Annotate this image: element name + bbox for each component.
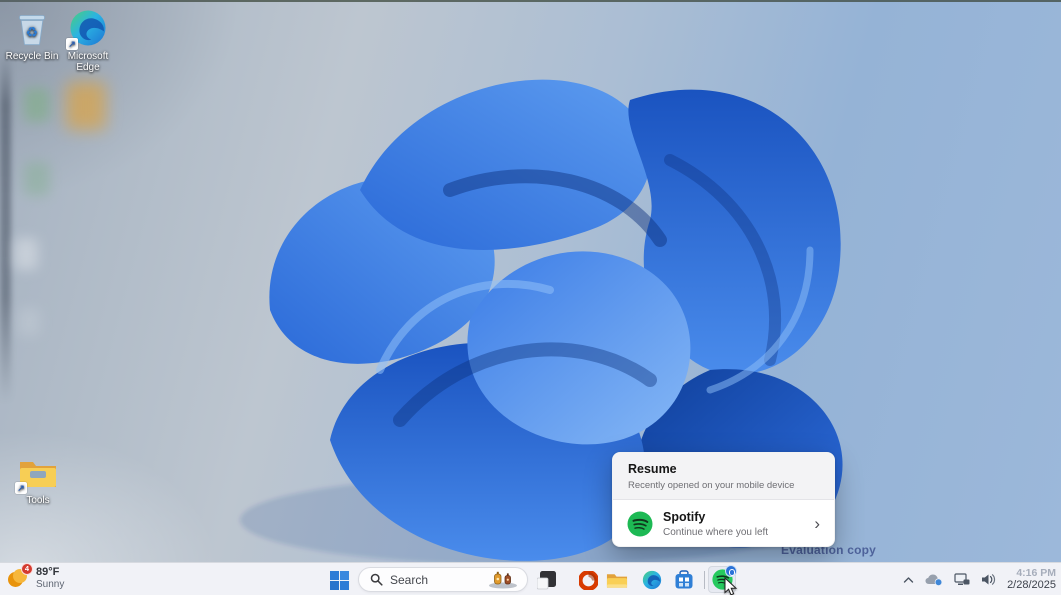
weather-condition: Sunny <box>36 579 64 591</box>
recycle-bin-icon: ♻ <box>12 8 52 48</box>
shortcut-arrow-badge: ↗ <box>15 482 27 494</box>
resume-flyout-header: Resume Recently opened on your mobile de… <box>613 453 834 500</box>
flyout-item-description: Continue where you left <box>663 527 814 538</box>
taskbar-separator <box>704 571 705 589</box>
desktop-icon-tools[interactable]: ↗ Tools <box>6 456 70 506</box>
flyout-item-name: Spotify <box>663 510 814 524</box>
folder-icon: ↗ <box>17 456 59 492</box>
taskbar: 4 89°F Sunny Search <box>0 562 1061 595</box>
resume-flyout: Resume Recently opened on your mobile de… <box>612 452 835 547</box>
edge-app-button[interactable] <box>641 569 663 591</box>
microsoft-store-icon <box>674 570 694 590</box>
weather-widget[interactable]: 4 89°F Sunny <box>7 566 64 591</box>
flyout-subtitle: Recently opened on your mobile device <box>628 480 819 491</box>
system-tray: 4:16 PM 2/28/2025 <box>903 563 1056 595</box>
chevron-right-icon[interactable]: › <box>814 517 822 531</box>
search-placeholder: Search <box>390 573 485 587</box>
start-button[interactable] <box>328 569 350 591</box>
search-icon <box>370 573 383 586</box>
network-icon[interactable] <box>954 573 970 586</box>
onedrive-icon[interactable] <box>925 573 943 586</box>
weather-temperature: 89°F <box>36 566 64 578</box>
office-app-button[interactable] <box>577 569 599 591</box>
task-view-button[interactable] <box>535 569 557 591</box>
microsoft-office-icon <box>579 571 598 590</box>
notification-badge <box>725 565 737 577</box>
blurred-desktop-icon <box>66 82 106 130</box>
clock-date: 2/28/2025 <box>1007 580 1056 591</box>
background-blur-streak <box>0 52 11 402</box>
desktop-icon-recycle-bin[interactable]: ♻ Recycle Bin <box>0 8 64 62</box>
blurred-desktop-icon <box>24 162 50 196</box>
svg-text:♻: ♻ <box>26 25 39 41</box>
resume-spotify-item[interactable]: Spotify Continue where you left › <box>613 500 834 547</box>
search-box[interactable]: Search <box>358 567 528 592</box>
mouse-cursor <box>724 577 739 595</box>
hidden-icons-chevron-icon[interactable] <box>903 576 914 584</box>
desktop-icon-label: Microsoft Edge <box>56 51 120 73</box>
clock-time: 4:16 PM <box>1007 568 1056 579</box>
flyout-title: Resume <box>628 462 819 476</box>
task-view-icon <box>537 571 556 590</box>
shortcut-arrow-badge: ↗ <box>66 38 78 50</box>
search-highlight-lanterns-icon <box>485 570 521 589</box>
windows-logo-icon <box>330 571 349 590</box>
desktop-icon-microsoft-edge[interactable]: ↗ Microsoft Edge <box>56 8 120 73</box>
edge-icon: ↗ <box>68 8 108 48</box>
desktop-icon-label: Recycle Bin <box>0 51 64 62</box>
desktop-icon-label: Tools <box>6 495 70 506</box>
file-explorer-button[interactable] <box>606 569 628 591</box>
clock[interactable]: 4:16 PM 2/28/2025 <box>1007 568 1056 591</box>
blurred-desktop-icon <box>14 238 38 270</box>
spotify-icon <box>627 511 653 537</box>
microsoft-edge-icon <box>642 570 662 590</box>
file-explorer-icon <box>606 571 628 590</box>
blurred-desktop-icon <box>24 88 50 122</box>
microsoft-store-button[interactable] <box>673 569 695 591</box>
weather-sunny-icon: 4 <box>7 567 30 590</box>
volume-icon[interactable] <box>981 573 996 586</box>
blurred-desktop-icon <box>18 308 40 336</box>
weather-alert-badge: 4 <box>21 563 33 575</box>
